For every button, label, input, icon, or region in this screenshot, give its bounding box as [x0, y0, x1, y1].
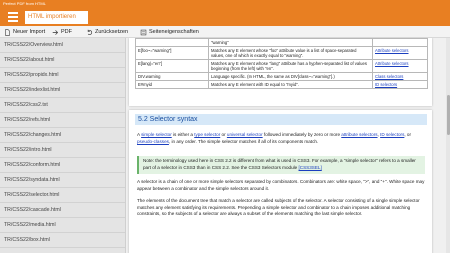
- link[interactable]: [CSS3SEL]: [299, 165, 322, 170]
- reset-label: Zurücksetzen: [95, 29, 129, 35]
- table-cell: [372, 38, 428, 47]
- link[interactable]: simple selector: [141, 132, 172, 137]
- reset-button[interactable]: Zurücksetzen: [86, 27, 128, 37]
- file-list-item[interactable]: TR/CSS22/syndata.html: [0, 173, 125, 188]
- link[interactable]: pseudo-classes: [137, 139, 169, 144]
- table-link[interactable]: Attribute selectors: [372, 46, 428, 60]
- selector-table: "warning" E[foo~="warning"] Matches any …: [135, 38, 428, 89]
- link[interactable]: universal selector: [227, 132, 263, 137]
- arrow-right-icon: [52, 29, 59, 35]
- table-cell: "warning": [208, 38, 373, 47]
- note-box: Note: the terminology used here in CSS 2…: [137, 156, 425, 174]
- text: is either a: [171, 132, 195, 137]
- new-import-label: Neuer Import: [13, 29, 46, 35]
- file-list-item[interactable]: TR/CSS22/propidx.html: [0, 68, 125, 83]
- table-link[interactable]: ID selectors: [372, 80, 428, 89]
- text: followed immediately by zero or more: [262, 132, 342, 137]
- file-list-item[interactable]: TR/CSS22/media.html: [0, 218, 125, 233]
- pdf-label: PDF: [61, 29, 72, 35]
- undo-icon: [87, 29, 93, 35]
- table-link[interactable]: Attribute selectors: [372, 59, 428, 73]
- vertical-scrollbar[interactable]: [446, 38, 450, 253]
- table-link[interactable]: Class selectors: [372, 72, 428, 81]
- table-row: "warning": [135, 38, 428, 47]
- file-list-item[interactable]: TR/CSS22/css2.txt: [0, 98, 125, 113]
- page-settings-icon: [140, 29, 147, 35]
- table-cell: Matches any E element with ID equal to "…: [208, 80, 373, 89]
- app-header: HTML importieren: [0, 8, 450, 26]
- paragraph: A simple selector is either a type selec…: [137, 132, 425, 145]
- file-list-sidebar: TR/CSS22/Overview.html TR/CSS22/about.ht…: [0, 38, 126, 253]
- page-properties-label: Seiteneigenschaften: [149, 29, 199, 35]
- table-cell: Matches any E element whose "foo" attrib…: [208, 46, 373, 60]
- table-cell: E#myid: [135, 80, 209, 89]
- document-page: 5.2 Selector syntax A simple selector is…: [129, 110, 432, 253]
- scrollbar-thumb[interactable]: [446, 95, 450, 135]
- file-list-item[interactable]: TR/CSS22/Overview.html: [0, 38, 125, 53]
- link[interactable]: type selector: [194, 132, 220, 137]
- link[interactable]: attribute selectors: [341, 132, 377, 137]
- table-cell: Matches any E element whose "lang" attri…: [208, 59, 373, 73]
- window-title: Perfect PDF from HTML: [0, 0, 450, 8]
- file-list-item[interactable]: TR/CSS22/selector.html: [0, 188, 125, 203]
- table-row: E#myid Matches any E element with ID equ…: [135, 80, 428, 89]
- new-import-button[interactable]: Neuer Import: [4, 27, 45, 37]
- table-cell: [135, 38, 209, 47]
- preview-pane: "warning" E[foo~="warning"] Matches any …: [126, 38, 450, 253]
- file-list-item[interactable]: TR/CSS22/about.html: [0, 53, 125, 68]
- paragraph: The elements of the document tree that m…: [137, 198, 420, 216]
- document-page: "warning" E[foo~="warning"] Matches any …: [129, 38, 432, 106]
- pdf-button[interactable]: PDF: [52, 27, 72, 37]
- text: , in any order. The simple selector matc…: [168, 138, 319, 144]
- file-list-item[interactable]: TR/CSS22/refs.html: [0, 113, 125, 128]
- new-document-icon: [5, 28, 10, 36]
- section-heading: 5.2 Selector syntax: [135, 114, 427, 125]
- table-cell: E[foo~="warning"]: [135, 46, 209, 60]
- table-row: E[lang|="en"] Matches any E element whos…: [135, 59, 428, 73]
- file-list-item[interactable]: TR/CSS22/intro.html: [0, 143, 125, 158]
- file-list-item[interactable]: TR/CSS22/changes.html: [0, 128, 125, 143]
- file-list-item[interactable]: TR/CSS22/box.html: [0, 233, 125, 248]
- file-list-item[interactable]: TR/CSS22/conform.html: [0, 158, 125, 173]
- link[interactable]: ID selectors: [380, 132, 404, 137]
- file-list-item[interactable]: TR/CSS22/cascade.html: [0, 203, 125, 218]
- table-row: DIV.warning Language specific. (In HTML,…: [135, 72, 428, 81]
- note-text: Note: the terminology used here in CSS 2…: [143, 158, 416, 170]
- table-cell: DIV.warning: [135, 72, 209, 81]
- table-row: E[foo~="warning"] Matches any E element …: [135, 46, 428, 60]
- file-list-item[interactable]: TR/CSS22/indexlist.html: [0, 83, 125, 98]
- table-cell: Language specific. (In HTML, the same as…: [208, 72, 373, 81]
- table-cell: E[lang|="en"]: [135, 59, 209, 73]
- tab-html-import[interactable]: HTML importieren: [25, 11, 88, 24]
- toolbar: Neuer Import PDF Zurücksetzen Seiteneige…: [0, 26, 450, 38]
- paragraph: A selector is a chain of one or more sim…: [137, 179, 425, 191]
- page-properties-button[interactable]: Seiteneigenschaften: [140, 27, 199, 37]
- text: , or: [404, 132, 412, 137]
- text: or: [220, 132, 227, 137]
- hamburger-menu-icon[interactable]: [8, 12, 18, 22]
